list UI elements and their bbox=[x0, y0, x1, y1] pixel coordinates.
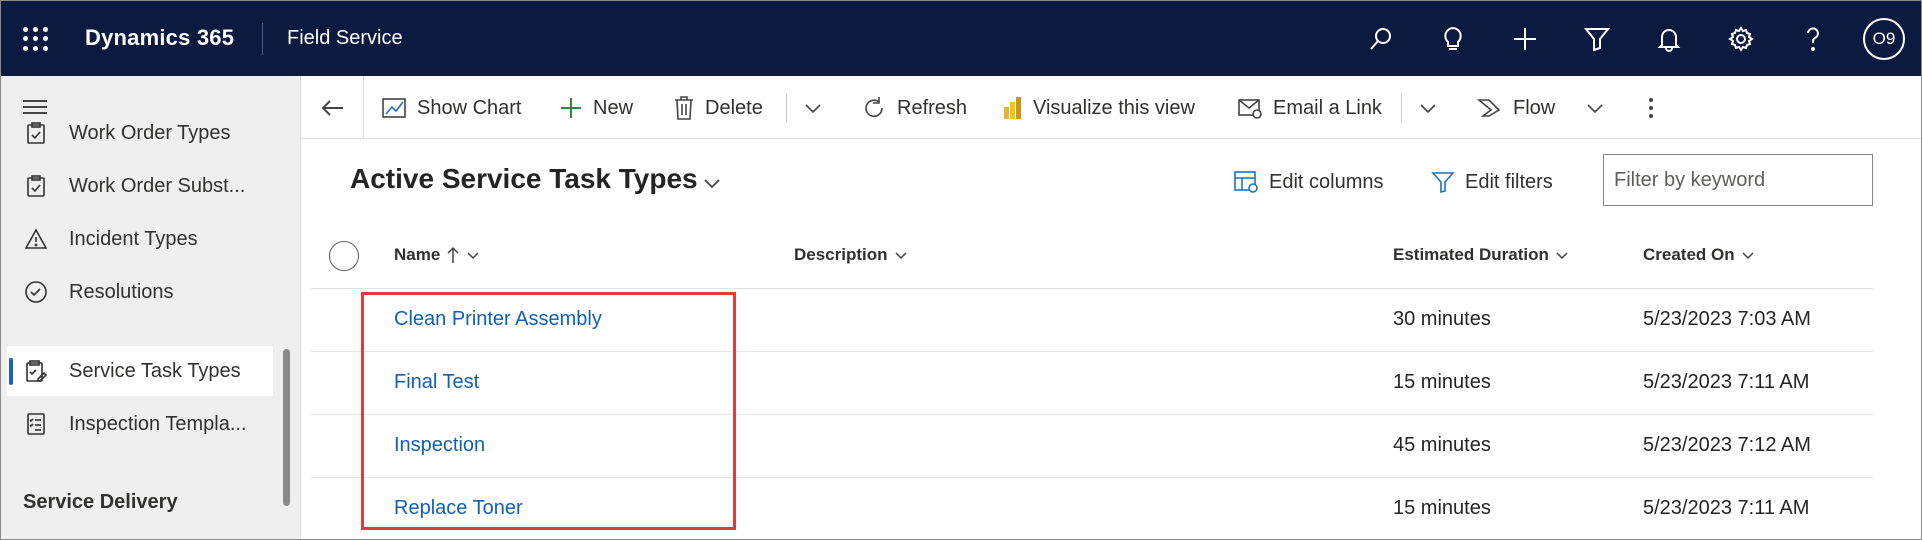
divider bbox=[1401, 94, 1402, 122]
user-avatar[interactable]: O9 bbox=[1863, 18, 1905, 60]
warning-icon bbox=[23, 226, 49, 252]
divider bbox=[363, 76, 364, 139]
top-navigation-bar: Dynamics 365 Field Service O9 bbox=[1, 1, 1921, 76]
plus-icon bbox=[561, 98, 581, 118]
column-header-label: Created On bbox=[1643, 245, 1735, 264]
sidebar-item-service-task-types[interactable]: Service Task Types bbox=[7, 346, 273, 396]
lightbulb-icon[interactable] bbox=[1437, 23, 1469, 55]
sidebar-item-work-order-substatuses[interactable]: Work Order Subst... bbox=[7, 161, 273, 211]
sidebar-scrollbar[interactable] bbox=[283, 349, 290, 506]
app-name[interactable]: Field Service bbox=[287, 27, 403, 50]
visualize-label: Visualize this view bbox=[1033, 96, 1195, 119]
chevron-down-icon[interactable] bbox=[803, 98, 823, 118]
column-header-name[interactable]: Name bbox=[394, 245, 480, 265]
refresh-button[interactable]: Refresh bbox=[861, 90, 967, 126]
active-indicator bbox=[9, 358, 13, 385]
flow-button[interactable]: Flow bbox=[1477, 90, 1555, 126]
row-created-on: 5/23/2023 7:03 AM bbox=[1643, 308, 1811, 330]
checklist-icon bbox=[23, 411, 49, 437]
show-chart-label: Show Chart bbox=[417, 96, 522, 119]
chevron-down-icon bbox=[467, 252, 479, 260]
sidebar-item-work-order-types[interactable]: Work Order Types bbox=[7, 108, 273, 158]
column-header-created-on[interactable]: Created On bbox=[1643, 245, 1755, 265]
select-all-checkbox[interactable] bbox=[329, 241, 359, 271]
row-duration: 15 minutes bbox=[1393, 371, 1491, 393]
sidebar-item-resolutions[interactable]: Resolutions bbox=[7, 267, 273, 317]
column-header-description[interactable]: Description bbox=[794, 245, 908, 265]
refresh-label: Refresh bbox=[897, 96, 968, 119]
email-link-button[interactable]: Email a Link bbox=[1237, 90, 1382, 126]
column-header-label: Description bbox=[794, 245, 888, 264]
sidebar-item-incident-types[interactable]: Incident Types bbox=[7, 214, 273, 264]
column-header-label: Estimated Duration bbox=[1393, 245, 1549, 264]
row-created-on: 5/23/2023 7:12 AM bbox=[1643, 434, 1811, 456]
clipboard-icon bbox=[23, 173, 49, 199]
chevron-down-icon[interactable] bbox=[1585, 98, 1605, 118]
check-circle-icon bbox=[23, 279, 49, 305]
edit-columns-button[interactable]: Edit columns bbox=[1233, 164, 1384, 200]
help-icon[interactable] bbox=[1797, 23, 1829, 55]
flow-icon bbox=[1477, 99, 1501, 117]
command-bar: Show Chart New Delete Refresh Visualize … bbox=[301, 76, 1921, 139]
back-arrow-icon[interactable] bbox=[319, 94, 347, 122]
refresh-icon bbox=[865, 97, 883, 118]
row-duration: 30 minutes bbox=[1393, 308, 1491, 330]
sort-ascending-icon bbox=[447, 246, 459, 263]
row-duration: 15 minutes bbox=[1393, 497, 1491, 519]
view-selector-chevron-icon[interactable] bbox=[701, 172, 723, 199]
app-launcher-icon[interactable] bbox=[23, 27, 49, 51]
brand-title[interactable]: Dynamics 365 bbox=[85, 25, 234, 51]
trash-icon bbox=[675, 96, 693, 120]
plus-icon[interactable] bbox=[1509, 23, 1541, 55]
sidebar-section-title: Service Delivery bbox=[23, 491, 178, 513]
gear-icon[interactable] bbox=[1725, 23, 1757, 55]
filter-keyword-input[interactable] bbox=[1603, 154, 1873, 206]
divider bbox=[786, 94, 787, 122]
grid-header: Name Description Estimated Duration Crea… bbox=[311, 227, 1873, 289]
chart-icon bbox=[382, 98, 406, 118]
filter-icon[interactable] bbox=[1581, 23, 1613, 55]
sidebar-item-label: Resolutions bbox=[69, 280, 174, 303]
view-title[interactable]: Active Service Task Types bbox=[350, 163, 698, 195]
more-options-icon[interactable] bbox=[1641, 96, 1661, 118]
chevron-down-icon bbox=[1556, 252, 1568, 260]
new-button[interactable]: New bbox=[559, 90, 633, 126]
flow-label: Flow bbox=[1513, 96, 1556, 119]
power-bi-icon bbox=[1004, 97, 1021, 119]
app-window: Dynamics 365 Field Service O9 Work Order… bbox=[0, 0, 1922, 540]
edit-filters-button[interactable]: Edit filters bbox=[1431, 164, 1553, 200]
sidebar-item-label: Service Task Types bbox=[69, 359, 241, 382]
email-link-icon bbox=[1238, 99, 1262, 119]
filter-icon bbox=[1431, 172, 1455, 194]
edit-columns-icon bbox=[1234, 171, 1258, 193]
edit-columns-label: Edit columns bbox=[1269, 170, 1384, 193]
sidebar-item-label: Incident Types bbox=[69, 227, 198, 250]
show-chart-button[interactable]: Show Chart bbox=[381, 90, 522, 126]
edit-filters-label: Edit filters bbox=[1465, 170, 1553, 193]
search-icon[interactable] bbox=[1365, 23, 1397, 55]
row-created-on: 5/23/2023 7:11 AM bbox=[1643, 497, 1810, 519]
column-header-label: Name bbox=[394, 245, 441, 264]
delete-label: Delete bbox=[705, 96, 763, 119]
column-header-estimated-duration[interactable]: Estimated Duration bbox=[1393, 245, 1569, 265]
highlight-annotation-box bbox=[361, 292, 736, 530]
clipboard-icon bbox=[23, 120, 49, 146]
brand-divider bbox=[262, 23, 263, 55]
row-duration: 45 minutes bbox=[1393, 434, 1491, 456]
new-label: New bbox=[593, 96, 634, 119]
bell-icon[interactable] bbox=[1653, 23, 1685, 55]
delete-button[interactable]: Delete bbox=[673, 90, 763, 126]
chevron-down-icon bbox=[895, 252, 907, 260]
chevron-down-icon[interactable] bbox=[1418, 98, 1438, 118]
sidebar-item-label: Inspection Templa... bbox=[69, 412, 247, 435]
sitemap-sidebar: Work Order Types Work Order Subst... Inc… bbox=[1, 76, 301, 539]
row-created-on: 5/23/2023 7:11 AM bbox=[1643, 371, 1810, 393]
sidebar-item-label: Work Order Subst... bbox=[69, 174, 246, 197]
email-link-label: Email a Link bbox=[1273, 96, 1382, 119]
sidebar-item-inspection-templates[interactable]: Inspection Templa... bbox=[7, 399, 273, 449]
task-clipboard-icon bbox=[23, 358, 49, 384]
visualize-view-button[interactable]: Visualize this view bbox=[1001, 90, 1195, 126]
sidebar-item-label: Work Order Types bbox=[69, 121, 231, 144]
chevron-down-icon bbox=[1742, 252, 1754, 260]
